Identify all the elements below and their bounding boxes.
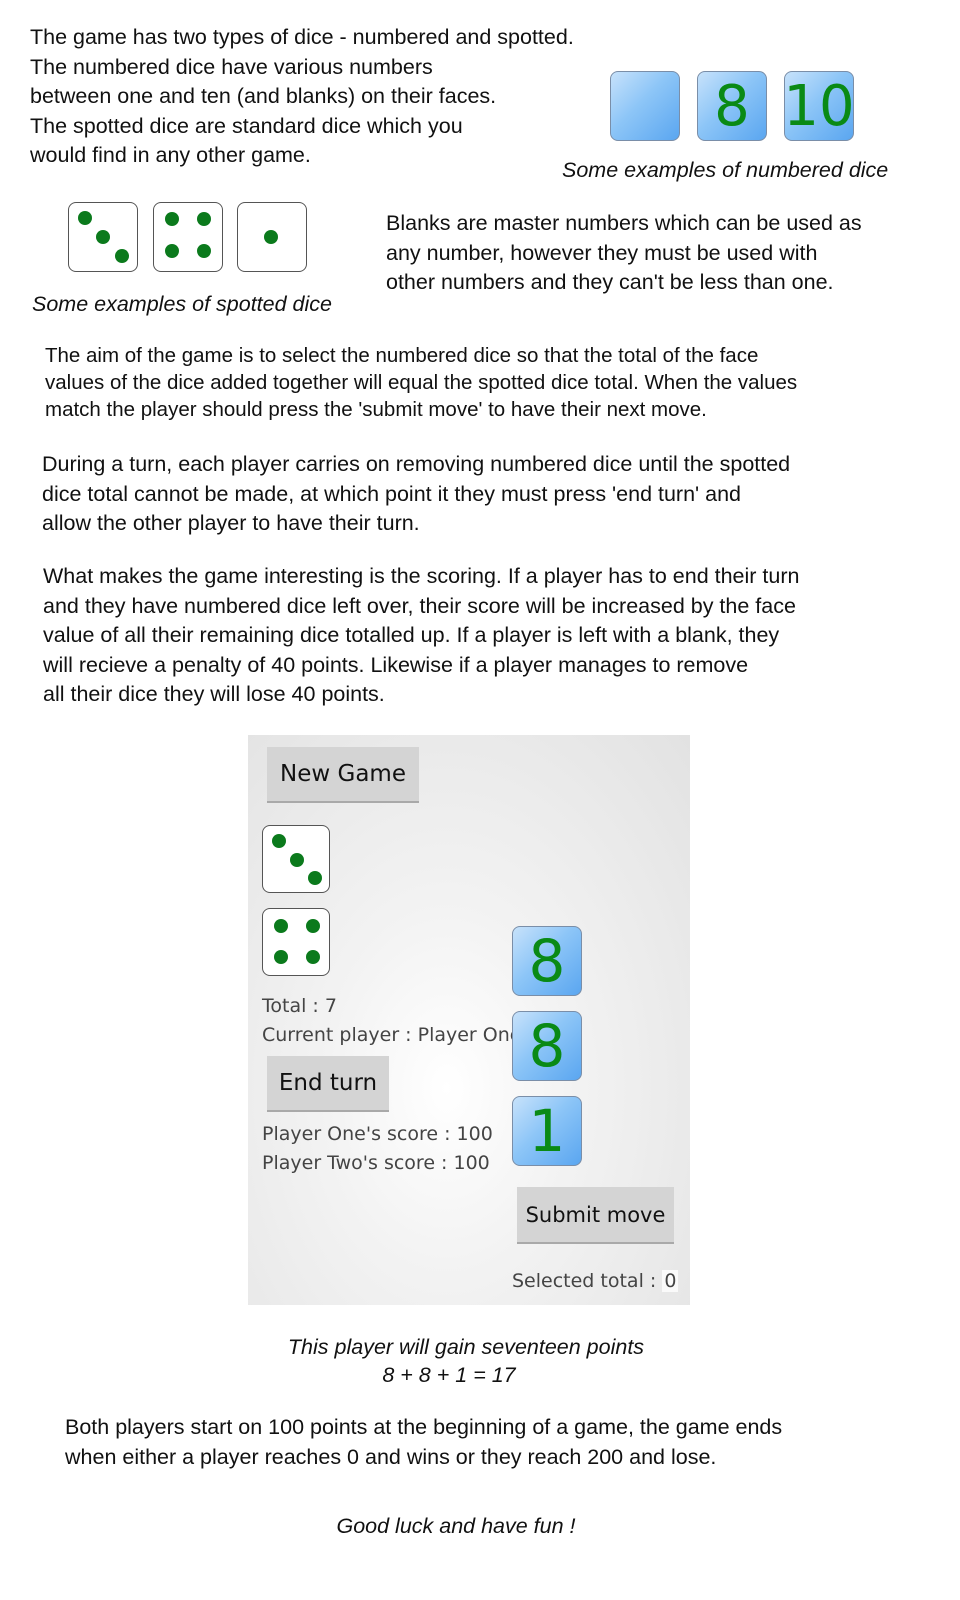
spotted-die-three xyxy=(68,202,138,272)
selected-total-value: 0 xyxy=(662,1270,679,1292)
game-app-panel: New Game Total : 7 Current player : Play… xyxy=(248,735,690,1305)
spotted-dice-caption: Some examples of spotted dice xyxy=(32,292,332,316)
numbered-die: 8 xyxy=(697,71,767,141)
numbered-die-value: 8 xyxy=(714,73,750,139)
pip xyxy=(197,212,211,226)
aim-paragraph: The aim of the game is to select the num… xyxy=(45,344,798,421)
pip xyxy=(274,950,288,964)
numbered-die[interactable]: 8 xyxy=(512,1011,582,1081)
pip xyxy=(274,919,288,933)
spotted-die-three xyxy=(262,825,330,893)
pip xyxy=(78,211,92,225)
pip xyxy=(306,919,320,933)
pip xyxy=(165,244,179,258)
numbered-die[interactable]: 8 xyxy=(512,926,582,996)
selected-total-label: Selected total : 0 xyxy=(512,1270,679,1292)
pip xyxy=(115,249,129,263)
numbered-die-value: 1 xyxy=(528,1097,566,1165)
player-one-score: Player One's score : 100 xyxy=(262,1123,493,1145)
pip xyxy=(197,244,211,258)
numbered-die-value: 8 xyxy=(528,1012,566,1080)
numbered-die: 10 xyxy=(783,71,855,141)
pip xyxy=(165,212,179,226)
new-game-button[interactable]: New Game xyxy=(267,747,419,803)
turn-paragraph: During a turn, each player carries on re… xyxy=(42,452,791,535)
pip xyxy=(306,950,320,964)
selected-total-text: Selected total : xyxy=(512,1270,663,1292)
numbered-die-blank xyxy=(610,71,680,141)
pip xyxy=(96,230,110,244)
player-two-score: Player Two's score : 100 xyxy=(262,1152,490,1174)
numbered-dice-caption: Some examples of numbered dice xyxy=(562,158,889,182)
spotted-die-four xyxy=(153,202,223,272)
pip xyxy=(264,230,278,244)
spotted-die-one xyxy=(237,202,307,272)
closing-text: Good luck and have fun ! xyxy=(336,1514,576,1538)
numbered-die-value: 8 xyxy=(528,927,566,995)
current-player-label: Current player : Player One xyxy=(262,1024,522,1046)
start-paragraph: Both players start on 100 points at the … xyxy=(65,1415,783,1469)
numbered-die-value: 10 xyxy=(783,73,855,139)
pip xyxy=(272,834,286,848)
example-caption: This player will gain seventeen points xyxy=(287,1335,645,1359)
intro-paragraph: The game has two types of dice - numbere… xyxy=(30,25,574,167)
total-label: Total : 7 xyxy=(262,995,337,1017)
end-turn-button[interactable]: End turn xyxy=(267,1056,389,1112)
scoring-paragraph: What makes the game interesting is the s… xyxy=(43,564,800,706)
numbered-die[interactable]: 1 xyxy=(512,1096,582,1166)
blanks-paragraph: Blanks are master numbers which can be u… xyxy=(386,211,862,294)
submit-move-button[interactable]: Submit move xyxy=(517,1187,674,1244)
pip xyxy=(290,853,304,867)
spotted-die-four xyxy=(262,908,330,976)
pip xyxy=(308,871,322,885)
example-equation: 8 + 8 + 1 = 17 xyxy=(382,1363,516,1387)
